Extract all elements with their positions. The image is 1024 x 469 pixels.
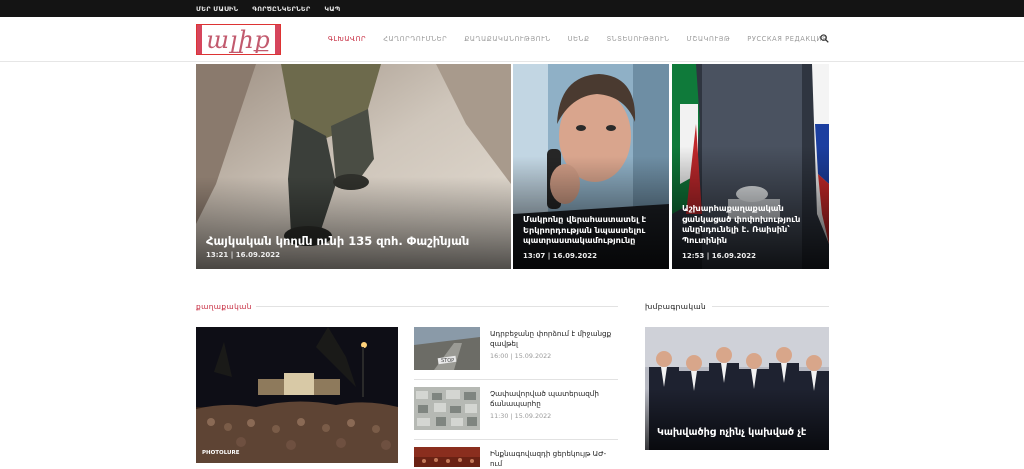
hero-meta: 13:07 | 16.09.2022 [523,252,597,260]
logo-right-stripe [275,25,280,54]
nav-item-russian[interactable]: РУССКАЯ РЕДАКЦИЯ [747,35,827,43]
nav-item-culture[interactable]: ՄՇԱԿՈՒՅԹ [687,35,731,43]
section-divider [712,306,829,307]
list-item-thumbnail [414,387,480,430]
search-icon[interactable] [820,34,829,43]
list-divider [414,379,618,380]
top-bar: ՄԵՐ ՄԱՍԻՆ ԳՈՐԾԸՆԿԵՐՆԵՐ ԿԱՊ [0,0,1024,17]
logo-wordmark: ալիք [206,25,271,54]
road-stop-thumbnail: STOP [414,327,480,370]
list-divider [414,439,618,440]
hero-title[interactable]: Աշխարհաքաղաքական ցանկացած փոփոխություն ա… [682,203,822,245]
list-item-thumbnail: STOP [414,327,480,370]
site-header: ալիք ԳԼԽԱՎՈՐ ՀԱՂՈՐԴՈՒՄՆԵՐ ՔԱՂԱՔԱԿԱՆՈՒԹՅՈ… [0,17,1024,62]
hero-story-raisi[interactable]: Աշխարհաքաղաքական ցանկացած փոփոխություն ա… [672,64,829,269]
crowd-night-photo [196,327,398,463]
list-item-title[interactable]: Ինքնագովազդի ցերեկույթ ԱԺ-ում [490,449,618,469]
list-item-thumbnail [414,447,480,467]
topbar-link-contact[interactable]: ԿԱՊ [324,5,340,13]
list-item-date: 16:00 | 15.09.2022 [490,352,552,360]
hero-title[interactable]: Հայկական կողմն ունի 135 զոհ. Փաշինյան [206,234,496,249]
politics-main-photo[interactable]: PHOTOLURE [196,327,398,463]
logo-left-stripe [197,25,202,54]
photo-credit-watermark: PHOTOLURE [202,450,240,456]
editorial-headline[interactable]: Կախվածից ոչինչ կախված չէ [657,427,827,439]
hero-meta: 12:53 | 16.09.2022 [682,252,756,260]
main-nav: ԳԼԽԱՎՈՐ ՀԱՂՈՐԴՈՒՄՆԵՐ ՔԱՂԱՔԱԿԱՆՈՒԹՅՈՒՆ ՍԵ… [328,34,829,43]
section-title-politics[interactable]: քաղաքական [196,302,252,311]
thumb-stop-text: STOP [441,358,454,364]
nav-item-reports[interactable]: ՀԱՂՈՐԴՈՒՄՆԵՐ [383,35,447,43]
list-item[interactable]: STOP Ադրբեջանը փորձում է միջանցք զավթել … [414,327,618,373]
list-item-title[interactable]: Ադրբեջանը փորձում է միջանցք զավթել [490,329,618,349]
hero-title[interactable]: Մակրոնը վերահաստատել է Երկրորդության նպա… [523,214,663,246]
parliament-thumbnail [414,447,480,467]
nav-item-politics[interactable]: ՔԱՂԱՔԱԿԱՆՈՒԹՅՈՒՆ [464,35,550,43]
list-item[interactable]: Չափավորված պատերազմի ճանապարհը 11:30 | 1… [414,387,618,433]
topbar-link-partners[interactable]: ԳՈՐԾԸՆԿԵՐՆԵՐ [252,5,310,13]
hero-story-macron[interactable]: Մակրոնը վերահաստատել է Երկրորդության նպա… [513,64,669,269]
section-divider [256,306,618,307]
nav-item-main[interactable]: ԳԼԽԱՎՈՐ [328,35,366,43]
nav-item-senq[interactable]: ՍԵՆՔ [568,35,590,43]
hero-story-main[interactable]: Հայկական կողմն ունի 135 զոհ. Փաշինյան 13… [196,64,511,269]
list-item-title[interactable]: Չափավորված պատերազմի ճանապարհը [490,389,618,409]
editorial-feature[interactable]: Կախվածից ոչինչ կախված չէ [645,327,829,450]
aerial-town-thumbnail [414,387,480,430]
site-logo[interactable]: ալիք [196,24,281,55]
list-item[interactable]: Ինքնագովազդի ցերեկույթ ԱԺ-ում [414,447,618,469]
nav-item-economy[interactable]: ՏՆՏԵՍՈՒԹՅՈՒՆ [607,35,670,43]
hero-meta: 13:21 | 16.09.2022 [206,251,280,259]
topbar-link-about[interactable]: ՄԵՐ ՄԱՍԻՆ [196,5,238,13]
list-item-date: 11:30 | 15.09.2022 [490,412,552,420]
section-title-editorial[interactable]: խմբագրական [645,302,706,311]
